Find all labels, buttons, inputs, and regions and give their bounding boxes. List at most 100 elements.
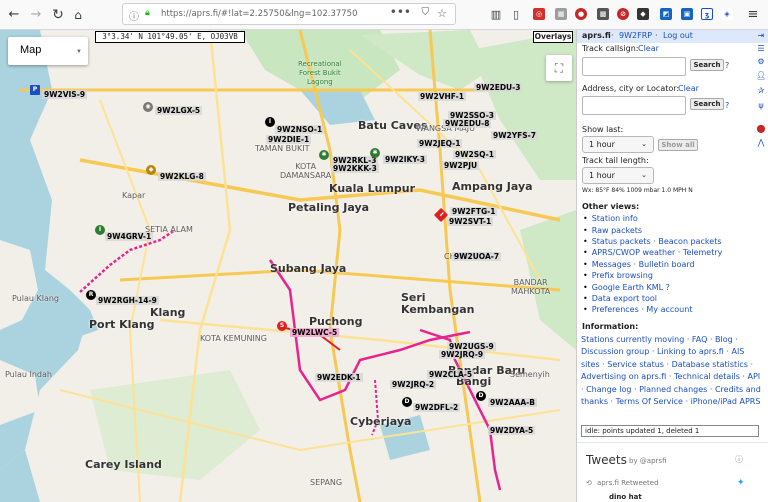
user-icon[interactable]: 👤︎ <box>756 71 766 81</box>
status-packets-link[interactable]: Status packets · Beacon packets <box>583 237 722 246</box>
station-label[interactable]: 9W2PJU <box>442 161 480 170</box>
search-address-button[interactable]: Search <box>690 98 724 110</box>
login-arrow-icon[interactable]: ⇥ <box>756 31 766 41</box>
messages-link[interactable]: Messages · Bulletin board <box>583 260 695 269</box>
station-label[interactable]: 9W2EDU-8 <box>443 119 492 128</box>
google-earth-link[interactable]: Google Earth KML ? <box>583 283 670 292</box>
station-icon[interactable]: ✱ <box>319 150 329 160</box>
chart-icon[interactable]: ⋀ <box>756 138 766 148</box>
info-icon[interactable]: ⓘ <box>129 8 139 23</box>
extension-icon[interactable]: ▦ <box>555 8 567 20</box>
station-label[interactable]: 9W2DFL-2 <box>413 403 461 412</box>
station-label[interactable]: 9W2LGX-5 <box>155 106 203 115</box>
station-icon[interactable]: ◆ <box>146 165 156 175</box>
station-label[interactable]: 9W2AAA-B <box>488 398 537 407</box>
pocket-icon[interactable]: ⛉ <box>422 7 430 18</box>
station-label[interactable]: 9W2VHF-1 <box>418 92 467 101</box>
show-last-select[interactable]: 1 hour ⌄ <box>582 136 654 153</box>
home-icon[interactable]: ⌂ <box>70 7 86 23</box>
show-all-button[interactable]: Show all <box>658 139 698 151</box>
station-label[interactable]: 9W2YFS-7 <box>491 131 538 140</box>
library-icon[interactable]: ▥ <box>488 7 504 23</box>
extension-icon[interactable]: ▣ <box>681 8 693 20</box>
station-label[interactable]: 9W2DIE-1 <box>266 135 312 144</box>
station-icon[interactable]: I <box>95 225 105 235</box>
station-label[interactable]: 9W2EDU-3 <box>474 83 523 92</box>
search-callsign-button[interactable]: Search <box>690 59 724 71</box>
station-label[interactable]: 9W2NSO-1 <box>275 125 325 134</box>
forward-icon[interactable]: → <box>28 7 44 23</box>
menu-icon[interactable]: ☰ <box>756 44 766 54</box>
station-icon[interactable]: D <box>476 391 486 401</box>
page-actions-icon[interactable]: ••• <box>390 5 411 19</box>
station-label[interactable]: 9W2KKK-3 <box>331 164 379 173</box>
station-label[interactable]: 9W2RGH-14-9 <box>96 296 159 305</box>
parking-icon[interactable]: P <box>30 85 40 95</box>
tweets-by[interactable]: by @aprsfi <box>629 457 666 465</box>
station-icon[interactable]: ✱ <box>370 148 380 158</box>
help-link[interactable]: ? <box>725 61 729 70</box>
reload-icon[interactable]: ↻ <box>50 7 66 23</box>
address-input[interactable] <box>582 96 686 115</box>
raw-packets-link[interactable]: Raw packets <box>583 226 642 235</box>
information-links[interactable]: Stations currently moving · FAQ · Blog ·… <box>581 334 761 408</box>
user-link[interactable]: 9W2FRP <box>619 31 652 40</box>
map-canvas[interactable]: Kuala Lumpur Petaling Jaya Subang Jaya P… <box>0 30 576 502</box>
station-info-link[interactable]: Station info <box>583 214 638 223</box>
extension-icon[interactable]: ● <box>575 8 587 20</box>
extension-icon[interactable]: ◩ <box>660 8 672 20</box>
station-label[interactable]: 9W2EDK-1 <box>315 373 363 382</box>
balloon-icon[interactable]: ⬤ <box>756 124 766 134</box>
info-icon[interactable]: ⓘ <box>735 454 743 465</box>
fullscreen-icon[interactable]: ⛶ <box>546 55 572 81</box>
callsign-input[interactable] <box>582 57 686 76</box>
map-label: Port Klang <box>89 318 155 331</box>
weather-link[interactable]: APRS/CWOP weather · Telemetry <box>583 248 723 257</box>
extension-icon[interactable]: ◆ <box>637 8 649 20</box>
extension-icon[interactable]: ▩ <box>597 8 609 20</box>
help-link[interactable]: ? <box>725 101 729 110</box>
logout-link[interactable]: Log out <box>663 31 693 40</box>
station-label[interactable]: 9W2JRQ-9 <box>439 350 486 359</box>
track-tail-select[interactable]: 1 hour ⌄ <box>582 167 654 184</box>
station-label[interactable]: 9W2SQ-1 <box>453 150 496 159</box>
extension-icon[interactable]: ʒ <box>701 8 713 20</box>
station-label[interactable]: 9W2JEQ-1 <box>417 139 463 148</box>
station-label[interactable]: 9W2KLG-8 <box>158 172 206 181</box>
hamburger-menu-icon[interactable]: ≡ <box>745 7 761 23</box>
bookmark-star-icon[interactable]: ☆ <box>437 7 447 20</box>
station-icon[interactable]: ◉ <box>143 102 153 112</box>
extension-icon[interactable]: ◎ <box>533 8 545 20</box>
station-icon[interactable]: I <box>265 117 275 127</box>
station-label[interactable]: 9W2UOA-7 <box>452 252 502 261</box>
sidebar-icon[interactable]: ▯ <box>508 7 524 23</box>
station-label[interactable]: 9W2LWC-5 <box>290 328 340 337</box>
station-icon[interactable]: D <box>402 397 412 407</box>
address-bar[interactable]: ⓘ 🔒︎ https://aprs.fi/#!lat=2.25750&lng=1… <box>122 3 456 25</box>
station-label[interactable]: 9W2JRQ-2 <box>390 380 437 389</box>
station-icon[interactable]: S <box>277 321 287 331</box>
map-type-dropdown[interactable]: Map ▼ <box>8 37 88 65</box>
clear-address-link[interactable]: Clear <box>678 84 699 93</box>
url-text[interactable]: https://aprs.fi/#!lat=2.25750&lng=102.37… <box>161 9 357 19</box>
station-label[interactable]: 9W2DYA-5 <box>488 426 536 435</box>
tweet-author[interactable]: dino hat <box>609 493 642 501</box>
preferences-link[interactable]: Preferences · My account <box>583 305 693 314</box>
clear-callsign-link[interactable]: Clear <box>638 44 659 53</box>
star-icon[interactable]: ✰ <box>756 86 766 96</box>
overlays-button[interactable]: Overlays <box>533 31 573 43</box>
antenna-icon[interactable]: ψ <box>756 101 766 111</box>
extension-icon[interactable]: ⊘ <box>617 8 629 20</box>
station-label[interactable]: 9W2CLA-5 <box>427 370 475 379</box>
station-icon[interactable]: R <box>86 290 96 300</box>
data-export-link[interactable]: Data export tool <box>583 294 657 303</box>
station-label[interactable]: 9W4GRV-1 <box>105 232 154 241</box>
station-label[interactable]: 9W2IKY-3 <box>383 155 427 164</box>
prefix-browsing-link[interactable]: Prefix browsing <box>583 271 653 280</box>
settings-icon[interactable]: ⚙ <box>756 57 766 67</box>
station-label[interactable]: 9W2SVT-1 <box>447 217 494 226</box>
back-icon[interactable]: ← <box>6 7 22 23</box>
station-label[interactable]: 9W2FTG-1 <box>450 207 498 216</box>
station-label[interactable]: 9W2VIS-9 <box>42 90 88 99</box>
extension-icon[interactable]: ◈ <box>721 8 733 20</box>
